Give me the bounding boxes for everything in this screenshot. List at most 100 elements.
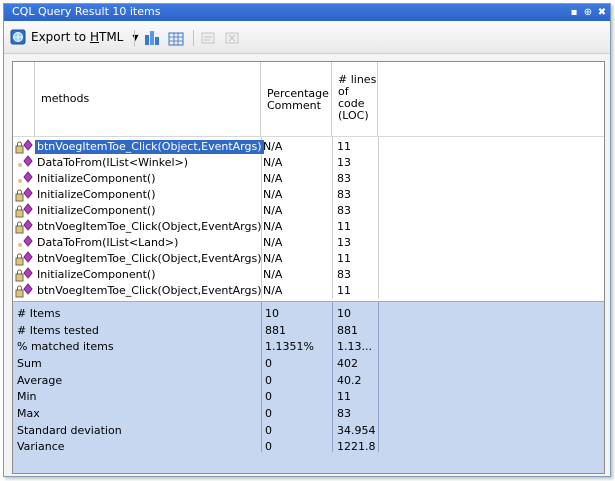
stat-loc-value: 881 xyxy=(337,324,358,337)
loc-cell: 83 xyxy=(337,172,351,185)
stat-label: Standard deviation xyxy=(17,424,122,437)
table-row[interactable]: InitializeComponent() N/A 83 xyxy=(13,187,604,203)
stat-pct-value: 0 xyxy=(265,407,272,420)
table-row[interactable]: InitializeComponent() N/A 83 xyxy=(13,171,604,187)
stat-loc-value: 11 xyxy=(337,390,351,403)
method-cell: btnVoegItemToe_Click(Object,EventArgs) xyxy=(37,252,262,265)
export-graph-icon[interactable] xyxy=(143,29,161,47)
stat-pct-value: 0 xyxy=(265,390,272,403)
export-matrix-icon[interactable] xyxy=(167,29,185,47)
table-row[interactable]: btnVoegItemToe_Click(Object,EventArgs) N… xyxy=(13,251,604,267)
loc-cell: 13 xyxy=(337,236,351,249)
table-row[interactable]: DataToFrom(IList<Winkel>) N/A 13 xyxy=(13,155,604,171)
stat-row: Variance 0 1221.8 xyxy=(13,439,604,455)
lock-method-icon xyxy=(15,283,33,298)
header-loc-label: # lines of code (LOC) xyxy=(338,73,377,122)
grid-header: methods Percentage Comment # lines of co… xyxy=(13,62,604,137)
pct-cell: N/A xyxy=(263,188,283,201)
stat-pct-value: 0 xyxy=(265,357,272,370)
stat-label: Variance xyxy=(17,440,65,453)
method-cell: InitializeComponent() xyxy=(37,172,156,185)
stat-loc-value: 34.954 xyxy=(337,424,376,437)
stat-label: Min xyxy=(17,390,37,403)
query-result-window: CQL Query Result 10 items ▪ ⊕ ✖ Export t… xyxy=(3,3,611,477)
method-icon xyxy=(18,155,33,167)
statistics-panel: # Items 10 10 # Items tested 881 881 % m… xyxy=(13,301,604,473)
stat-label: # Items tested xyxy=(17,324,99,337)
loc-cell: 83 xyxy=(337,204,351,217)
lock-method-icon xyxy=(15,187,33,202)
pct-cell: N/A xyxy=(263,268,283,281)
stat-pct-value: 881 xyxy=(265,324,286,337)
disabled-action-icon[interactable] xyxy=(223,29,241,47)
pct-cell: N/A xyxy=(263,284,283,297)
stat-loc-value: 40.2 xyxy=(337,374,362,387)
loc-cell: 13 xyxy=(337,156,351,169)
stat-label: % matched items xyxy=(17,340,114,353)
stat-loc-value: 402 xyxy=(337,357,358,370)
table-row[interactable]: btnVoegItemToe_Click(Object,EventArgs) N… xyxy=(13,283,604,299)
pct-cell: N/A xyxy=(263,204,283,217)
stat-row: Average 0 40.2 xyxy=(13,373,604,389)
pct-cell: N/A xyxy=(263,140,283,153)
stat-pct-value: 0 xyxy=(265,440,272,453)
method-cell: btnVoegItemToe_Click(Object,EventArgs) xyxy=(35,140,264,154)
loc-cell: 11 xyxy=(337,252,351,265)
stat-label: Average xyxy=(17,374,63,387)
loc-cell: 11 xyxy=(337,220,351,233)
lock-method-icon xyxy=(15,203,33,218)
method-cell: DataToFrom(IList<Winkel>) xyxy=(37,156,189,169)
stat-row: % matched items 1.1351% 1.13... xyxy=(13,339,604,355)
table-row[interactable]: InitializeComponent() N/A 83 xyxy=(13,267,604,283)
export-html-icon xyxy=(10,29,26,45)
stat-label: Sum xyxy=(17,357,42,370)
lock-method-icon xyxy=(15,139,33,154)
stat-row: Standard deviation 0 34.954 xyxy=(13,423,604,439)
pct-cell: N/A xyxy=(263,220,283,233)
method-cell: btnVoegItemToe_Click(Object,EventArgs) xyxy=(37,220,262,233)
table-row[interactable]: DataToFrom(IList<Land>) N/A 13 xyxy=(13,235,604,251)
result-rows: btnVoegItemToe_Click(Object,EventArgs) N… xyxy=(13,137,604,299)
stat-loc-value: 1.13... xyxy=(337,340,372,353)
lock-method-icon xyxy=(15,219,33,234)
table-row[interactable]: btnVoegItemToe_Click(Object,EventArgs) N… xyxy=(13,219,604,235)
stat-row: # Items tested 881 881 xyxy=(13,323,604,339)
close-button[interactable]: ✖ xyxy=(595,4,609,21)
lock-method-icon xyxy=(15,251,33,266)
export-to-html-button[interactable]: Export to HTML ▼ xyxy=(10,26,139,48)
header-loc[interactable]: # lines of code (LOC) xyxy=(332,62,378,136)
method-cell: InitializeComponent() xyxy=(37,204,156,217)
stat-label: # Items xyxy=(17,307,61,320)
stat-row: # Items 10 10 xyxy=(13,306,604,322)
header-pct-label: Percentage Comment xyxy=(267,87,329,112)
lock-method-icon xyxy=(15,267,33,282)
export-label: Export to HTML xyxy=(31,30,124,44)
stat-loc-value: 10 xyxy=(337,307,351,320)
stat-row: Sum 0 402 xyxy=(13,356,604,372)
header-percentage-comment[interactable]: Percentage Comment xyxy=(261,62,332,136)
stat-row: Min 0 11 xyxy=(13,389,604,405)
disabled-action-icon[interactable] xyxy=(199,29,217,47)
window-title: CQL Query Result 10 items xyxy=(12,5,161,18)
table-row[interactable]: btnVoegItemToe_Click(Object,EventArgs) N… xyxy=(13,139,604,155)
method-icon xyxy=(18,171,33,183)
table-row[interactable]: InitializeComponent() N/A 83 xyxy=(13,203,604,219)
stat-loc-value: 1221.8 xyxy=(337,440,376,453)
pushpin-icon[interactable]: ⊕ xyxy=(581,4,595,21)
toolbar: Export to HTML ▼ xyxy=(4,21,610,54)
header-methods-label: methods xyxy=(41,92,90,105)
stat-pct-value: 0 xyxy=(265,424,272,437)
pct-cell: N/A xyxy=(263,172,283,185)
stat-row: Max 0 83 xyxy=(13,406,604,422)
pct-cell: N/A xyxy=(263,236,283,249)
window-position-button[interactable]: ▪ xyxy=(567,4,581,21)
method-cell: btnVoegItemToe_Click(Object,EventArgs) xyxy=(37,284,262,297)
toolbar-separator xyxy=(193,30,194,46)
pct-cell: N/A xyxy=(263,252,283,265)
stat-pct-value: 1.1351% xyxy=(265,340,314,353)
header-methods[interactable]: methods xyxy=(35,62,261,136)
loc-cell: 83 xyxy=(337,188,351,201)
method-cell: DataToFrom(IList<Land>) xyxy=(37,236,179,249)
stat-loc-value: 83 xyxy=(337,407,351,420)
loc-cell: 83 xyxy=(337,268,351,281)
